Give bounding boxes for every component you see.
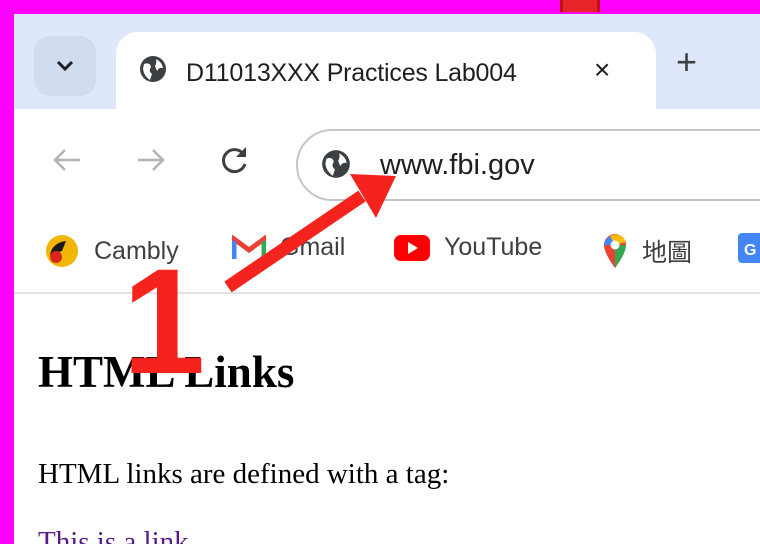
maps-icon — [604, 234, 626, 268]
reload-icon — [222, 147, 247, 174]
chevron-down-icon — [56, 60, 74, 72]
arrow-right-icon — [138, 149, 165, 171]
youtube-icon — [394, 234, 430, 261]
tab-close-button[interactable]: × — [594, 54, 610, 86]
bookmark-gmail[interactable]: Gmail — [232, 233, 345, 262]
url-text[interactable]: www.fbi.gov — [380, 149, 535, 182]
bookmark-label: Gmail — [280, 233, 346, 261]
svg-text:G: G — [744, 242, 756, 259]
globe-icon — [138, 54, 168, 89]
arrow-left-icon — [53, 149, 80, 171]
sample-link[interactable]: This is a link — [38, 526, 189, 544]
tab-title: D11013XXX Practices Lab004 — [186, 59, 517, 87]
toolbar: www.fbi.gov — [14, 109, 760, 219]
bookmark-maps[interactable]: 地圖 — [602, 233, 692, 269]
bookmark-label: YouTube — [444, 233, 543, 261]
active-tab[interactable]: D11013XXX Practices Lab004 × — [116, 32, 656, 109]
bookmark-partial[interactable]: G — [738, 233, 760, 263]
page-paragraph: HTML links are defined with a tag: — [38, 458, 450, 490]
forward-button[interactable] — [136, 147, 166, 178]
address-bar[interactable]: www.fbi.gov — [296, 129, 760, 201]
gmail-icon — [232, 234, 266, 259]
tab-strip: D11013XXX Practices Lab004 × + — [14, 14, 760, 109]
reload-button[interactable] — [220, 145, 250, 180]
back-button[interactable] — [52, 147, 82, 178]
new-tab-button[interactable]: + — [676, 44, 697, 80]
globe-icon — [322, 150, 350, 178]
cambly-icon — [46, 235, 78, 267]
annotation-number: 1 — [122, 237, 206, 405]
site-info-button[interactable] — [320, 148, 352, 185]
bookmark-youtube[interactable]: YouTube — [394, 233, 542, 262]
bookmark-label: 地圖 — [642, 239, 693, 267]
google-translate-icon: G — [738, 233, 760, 263]
red-marker — [560, 0, 600, 12]
tab-search-button[interactable] — [34, 36, 96, 96]
